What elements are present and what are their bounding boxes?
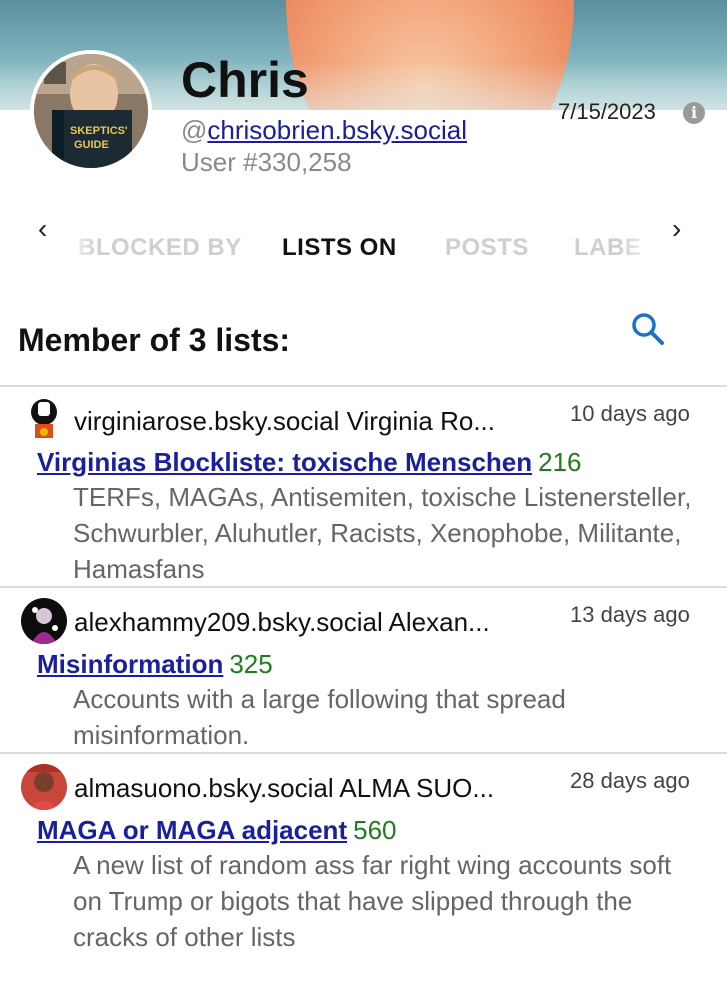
owner-avatar[interactable] bbox=[21, 764, 67, 810]
list-title-link[interactable]: Virginias Blockliste: toxische Menschen bbox=[37, 447, 532, 477]
profile-handle-link[interactable]: chrisobrien.bsky.social bbox=[207, 115, 467, 145]
list-title-link[interactable]: MAGA or MAGA adjacent bbox=[37, 815, 347, 845]
list-title-row: Misinformation 325 bbox=[37, 648, 273, 680]
chevron-right-icon[interactable]: › bbox=[672, 214, 681, 244]
svg-text:SKEPTICS': SKEPTICS' bbox=[70, 125, 128, 137]
profile-name: Chris bbox=[181, 52, 309, 108]
svg-text:GUIDE: GUIDE bbox=[74, 139, 109, 151]
tab-lists-on[interactable]: LISTS ON bbox=[282, 230, 397, 266]
list-description: Accounts with a large following that spr… bbox=[73, 684, 566, 750]
list-owner[interactable]: almasuono.bsky.social ALMA SUO... bbox=[74, 772, 494, 804]
list-member-count: 216 bbox=[538, 447, 582, 477]
list-title-row: MAGA or MAGA adjacent 560 bbox=[37, 814, 397, 846]
list-description: TERFs, MAGAs, Antisemiten, toxische List… bbox=[73, 482, 692, 584]
user-number: User #330,258 bbox=[181, 147, 352, 177]
list-title-link[interactable]: Misinformation bbox=[37, 649, 223, 679]
divider bbox=[0, 385, 727, 387]
list-owner[interactable]: alexhammy209.bsky.social Alexan... bbox=[74, 606, 490, 638]
tab-posts[interactable]: POSTS bbox=[445, 230, 529, 266]
tab-bar: BLOCKED BY LISTS ON POSTS LABE bbox=[76, 230, 656, 266]
chevron-left-icon[interactable]: ‹ bbox=[38, 214, 47, 244]
section-title: Member of 3 lists: bbox=[18, 322, 291, 358]
list-title-row: Virginias Blockliste: toxische Menschen 2… bbox=[37, 446, 582, 478]
search-icon[interactable] bbox=[630, 311, 666, 347]
profile-handle: @chrisobrien.bsky.social bbox=[181, 115, 468, 145]
list-age: 10 days ago bbox=[570, 401, 690, 426]
list-owner[interactable]: virginiarose.bsky.social Virginia Ro... bbox=[74, 405, 495, 437]
list-member-count: 325 bbox=[229, 649, 273, 679]
list-age: 28 days ago bbox=[570, 768, 690, 793]
list-member-count: 560 bbox=[353, 815, 397, 845]
tab-blocked-by[interactable]: BLOCKED BY bbox=[78, 230, 242, 266]
divider bbox=[0, 586, 727, 588]
owner-avatar[interactable] bbox=[21, 396, 67, 442]
profile-avatar[interactable]: SKEPTICS' GUIDE bbox=[30, 50, 152, 172]
divider bbox=[0, 752, 727, 754]
list-age: 13 days ago bbox=[570, 602, 690, 627]
info-icon[interactable]: i bbox=[683, 102, 705, 124]
profile-date: 7/15/2023 bbox=[558, 99, 656, 124]
list-description: A new list of random ass far right wing … bbox=[73, 850, 672, 952]
owner-avatar[interactable] bbox=[21, 598, 67, 644]
